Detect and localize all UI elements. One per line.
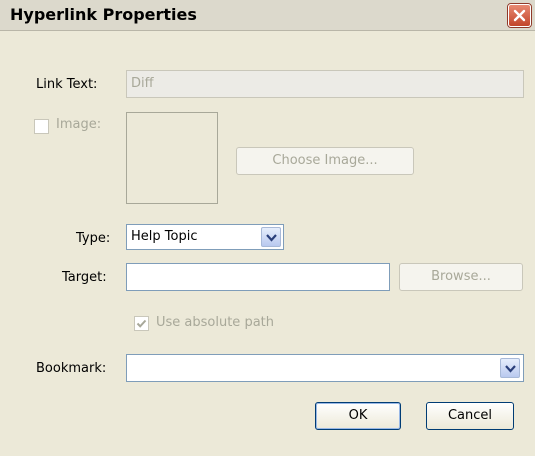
image-label: Image:: [56, 117, 102, 132]
window-title: Hyperlink Properties: [10, 5, 197, 24]
image-checkbox[interactable]: [34, 119, 49, 134]
type-dropdown-button[interactable]: [261, 227, 281, 247]
title-bar: Hyperlink Properties: [0, 0, 535, 31]
target-field[interactable]: [126, 263, 390, 291]
close-button[interactable]: [508, 4, 531, 27]
choose-image-button[interactable]: Choose Image...: [236, 147, 414, 175]
type-select-value: Help Topic: [131, 229, 198, 244]
close-icon: [513, 9, 526, 22]
bookmark-dropdown-button[interactable]: [500, 358, 520, 378]
bookmark-select[interactable]: [126, 354, 524, 382]
link-text-label: Link Text:: [36, 77, 98, 92]
chevron-down-icon: [505, 365, 516, 373]
image-preview: [126, 112, 218, 204]
absolute-path-label: Use absolute path: [156, 315, 274, 330]
type-label: Type:: [76, 231, 111, 246]
target-label: Target:: [62, 270, 107, 285]
bookmark-label: Bookmark:: [36, 361, 107, 376]
link-text-field[interactable]: Diff: [126, 70, 524, 98]
chevron-down-icon: [266, 234, 277, 242]
checkmark-icon: [136, 319, 147, 328]
ok-button[interactable]: OK: [315, 402, 401, 430]
cancel-button[interactable]: Cancel: [426, 402, 514, 430]
browse-button[interactable]: Browse...: [399, 263, 523, 291]
absolute-path-checkbox[interactable]: [134, 316, 149, 331]
